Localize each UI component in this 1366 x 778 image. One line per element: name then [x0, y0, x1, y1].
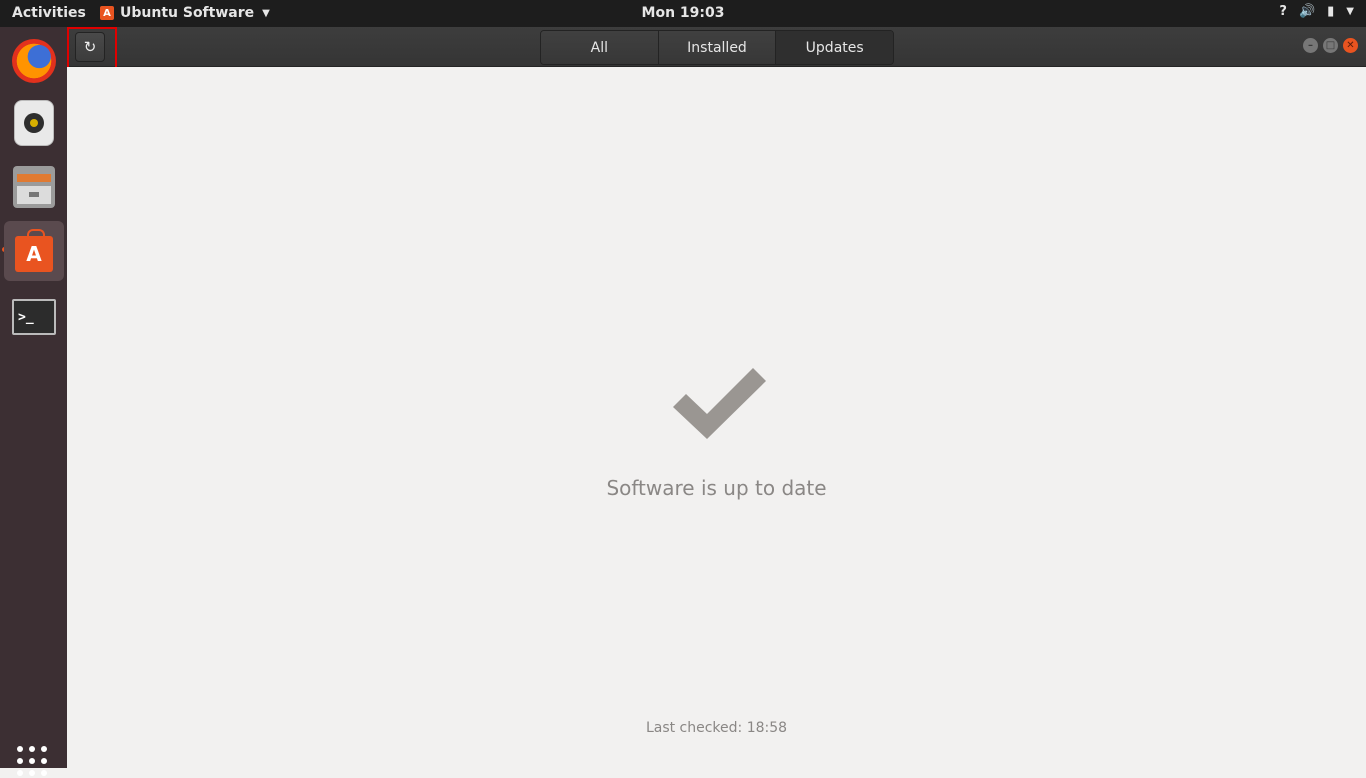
header-bar: ↻ All Installed Updates – □ ✕ — [67, 27, 1366, 67]
minimize-button[interactable]: – — [1303, 38, 1318, 53]
dock-item-rhythmbox[interactable] — [4, 93, 64, 153]
tab-all[interactable]: All — [541, 31, 659, 64]
clock[interactable]: Mon 19:03 — [0, 5, 1366, 21]
last-checked-label: Last checked: 18:58 — [645, 720, 788, 736]
chevron-down-icon: ▼ — [1346, 6, 1354, 17]
tab-updates[interactable]: Updates — [776, 31, 893, 64]
volume-icon: 🔊 — [1298, 4, 1316, 19]
status-message: Software is up to date — [606, 476, 827, 500]
firefox-icon — [12, 39, 56, 83]
dock-item-terminal[interactable]: >_ — [4, 287, 64, 347]
files-icon — [13, 166, 55, 208]
dock-item-firefox[interactable] — [4, 31, 64, 91]
maximize-button[interactable]: □ — [1323, 38, 1338, 53]
rhythmbox-icon — [14, 100, 54, 146]
highlight-box — [67, 27, 117, 69]
window-controls: – □ ✕ — [1303, 38, 1358, 53]
show-applications-icon[interactable] — [17, 746, 49, 778]
updates-page: Software is up to date Last checked: 18:… — [67, 67, 1366, 768]
terminal-icon: >_ — [12, 299, 56, 335]
battery-icon: ▮ — [1327, 4, 1335, 19]
network-icon: ? — [1279, 4, 1287, 19]
top-bar: Activities A Ubuntu Software ▼ Mon 19:03… — [0, 0, 1366, 27]
checkmark-icon — [673, 368, 766, 439]
view-switcher: All Installed Updates — [540, 30, 894, 65]
tab-installed[interactable]: Installed — [658, 31, 777, 64]
software-icon: A — [15, 229, 53, 272]
system-tray[interactable]: ? 🔊 ▮ ▼ — [1279, 4, 1354, 19]
dock-item-ubuntu-software[interactable]: A — [4, 221, 64, 281]
dock-item-files[interactable] — [4, 157, 64, 217]
close-button[interactable]: ✕ — [1343, 38, 1358, 53]
dock: A >_ — [0, 27, 67, 776]
